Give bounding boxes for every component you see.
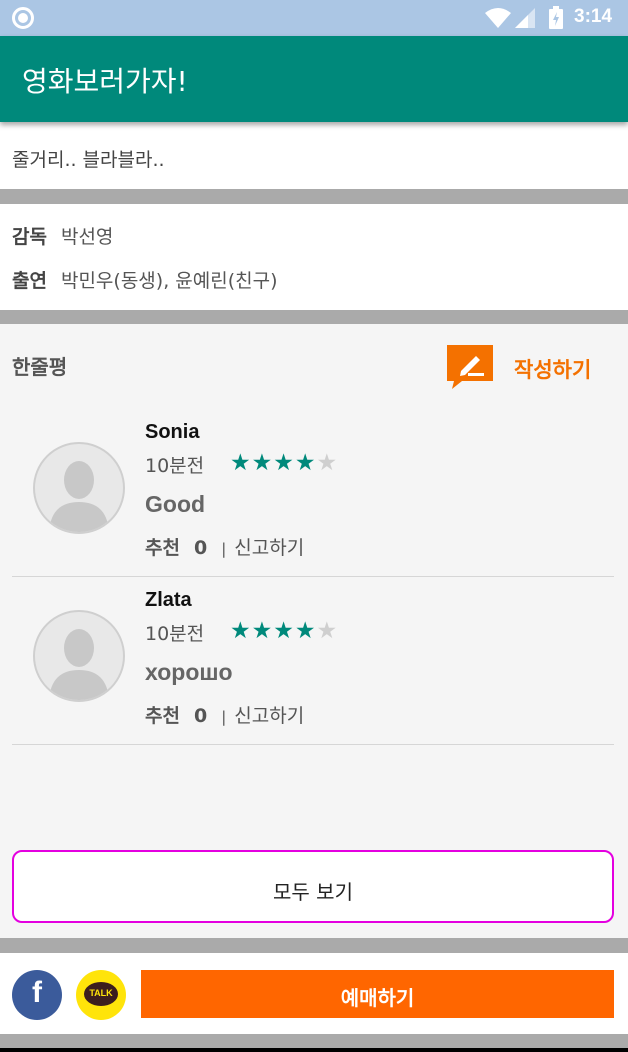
kakaotalk-text: TALK bbox=[89, 988, 113, 998]
wifi-icon bbox=[485, 8, 511, 28]
view-all-button[interactable]: 모두 보기 bbox=[12, 850, 614, 923]
reviews-card: 한줄평 작성하기 Sonia 10분전 ★★★★★ Good 추천 0 | 신고하기 bbox=[0, 324, 628, 938]
star-icon: ★ bbox=[316, 618, 339, 644]
kakaotalk-share-button[interactable]: TALK bbox=[76, 970, 126, 1020]
facebook-icon: f bbox=[32, 976, 42, 1009]
report-button[interactable]: 신고하기 bbox=[234, 537, 304, 559]
credits-card: 감독 박선영 출연 박민우(동생), 윤예린(친구) bbox=[0, 204, 628, 310]
star-icon: ★ bbox=[251, 450, 274, 476]
app-title: 영화보러가자! bbox=[22, 65, 188, 98]
recommend-button[interactable]: 추천 bbox=[145, 705, 180, 727]
reviews-heading: 한줄평 bbox=[12, 355, 68, 379]
cast-label: 출연 bbox=[12, 270, 47, 292]
status-bar: 3:14 bbox=[0, 0, 628, 36]
write-review-icon[interactable] bbox=[446, 344, 494, 390]
star-icon: ★ bbox=[294, 618, 317, 644]
cast-row: 출연 박민우(동생), 윤예린(친구) bbox=[12, 266, 278, 293]
signal-icon bbox=[515, 8, 535, 28]
rating-stars: ★★★★★ bbox=[230, 618, 338, 644]
star-icon: ★ bbox=[273, 618, 295, 644]
star-icon: ★ bbox=[230, 618, 252, 644]
review-author: Zlata bbox=[145, 589, 192, 611]
star-icon: ★ bbox=[273, 450, 295, 476]
recommend-count: 0 bbox=[193, 705, 208, 727]
star-icon: ★ bbox=[230, 450, 252, 476]
review-time: 10분전 bbox=[145, 623, 205, 645]
review-item: Sonia 10분전 ★★★★★ Good 추천 0 | 신고하기 bbox=[12, 409, 614, 577]
facebook-share-button[interactable]: f bbox=[12, 970, 62, 1020]
director-label: 감독 bbox=[12, 226, 47, 248]
synopsis-text: 줄거리.. 블라블라.. bbox=[12, 149, 165, 171]
book-ticket-label: 예매하기 bbox=[340, 986, 415, 1010]
status-time: 3:14 bbox=[574, 6, 613, 27]
view-all-label: 모두 보기 bbox=[273, 880, 353, 904]
bottom-bar: f TALK 예매하기 bbox=[0, 953, 628, 1034]
star-icon: ★ bbox=[316, 450, 339, 476]
book-ticket-button[interactable]: 예매하기 bbox=[141, 970, 614, 1018]
navigation-strip bbox=[0, 1048, 628, 1052]
review-author: Sonia bbox=[145, 421, 200, 443]
app-bar: 영화보러가자! bbox=[0, 36, 628, 122]
director-value: 박선영 bbox=[60, 226, 114, 248]
notification-circle-icon bbox=[12, 7, 34, 29]
star-icon: ★ bbox=[294, 450, 317, 476]
user-avatar-icon bbox=[33, 442, 125, 534]
cast-value: 박민우(동생), 윤예린(친구) bbox=[60, 270, 278, 292]
report-button[interactable]: 신고하기 bbox=[234, 705, 304, 727]
screen: 3:14 영화보러가자! 줄거리.. 블라블라.. 감독 박선영 출연 박민우(동생… bbox=[0, 0, 628, 1052]
director-row: 감독 박선영 bbox=[12, 222, 113, 249]
review-item: Zlata 10분전 ★★★★★ хорошо 추천 0 | 신고하기 bbox=[12, 577, 614, 745]
synopsis-card: 줄거리.. 블라블라.. bbox=[0, 122, 628, 189]
rating-stars: ★★★★★ bbox=[230, 450, 338, 476]
user-avatar-icon bbox=[33, 610, 125, 702]
star-icon: ★ bbox=[251, 618, 274, 644]
write-review-button[interactable]: 작성하기 bbox=[514, 354, 591, 384]
recommend-button[interactable]: 추천 bbox=[145, 537, 180, 559]
action-separator: | bbox=[221, 540, 227, 558]
review-actions: 추천 0 | 신고하기 bbox=[145, 533, 304, 560]
recommend-count: 0 bbox=[193, 537, 208, 559]
review-body: Good bbox=[145, 491, 206, 517]
review-time: 10분전 bbox=[145, 455, 205, 477]
battery-icon bbox=[549, 6, 563, 29]
review-actions: 추천 0 | 신고하기 bbox=[145, 701, 304, 728]
review-body: хорошо bbox=[145, 659, 233, 685]
action-separator: | bbox=[221, 708, 227, 726]
